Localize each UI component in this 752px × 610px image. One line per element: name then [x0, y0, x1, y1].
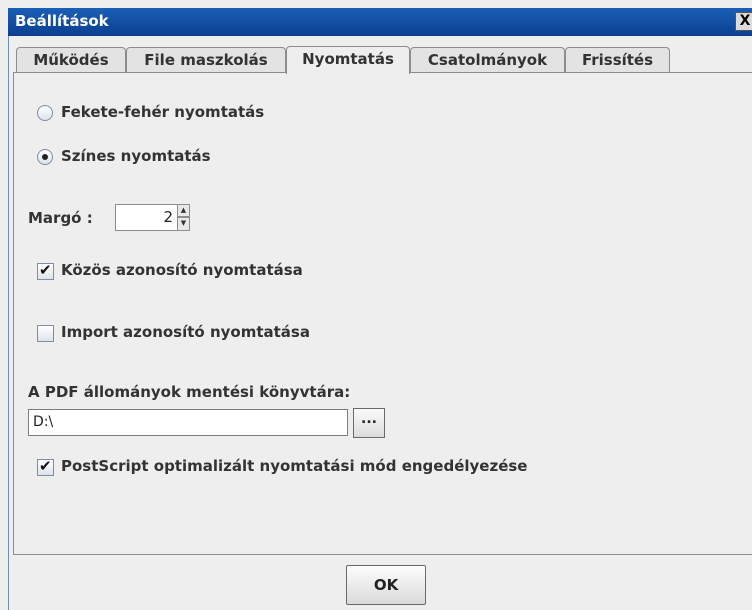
tab-label: Nyomtatás: [302, 50, 394, 68]
tab-csatolmanyok[interactable]: Csatolmányok: [410, 47, 565, 73]
checkmark-icon: ✔: [39, 261, 52, 279]
ok-button[interactable]: OK: [346, 565, 426, 605]
checkmark-icon: ✔: [39, 457, 52, 475]
radio-selected-dot: [42, 154, 48, 160]
postscript-checkbox[interactable]: ✔: [37, 457, 54, 476]
close-button[interactable]: X: [735, 12, 752, 31]
window-title: Beállítások: [15, 12, 109, 30]
pdf-dir-label: A PDF állományok mentési könyvtára:: [28, 383, 351, 401]
color-print-radio[interactable]: [37, 149, 53, 165]
print-settings-panel: [13, 72, 752, 555]
margin-value-field[interactable]: 2: [115, 204, 177, 231]
tab-mukodes[interactable]: Működés: [16, 47, 126, 73]
tab-label: Működés: [33, 51, 109, 69]
import-id-checkbox[interactable]: [37, 325, 54, 342]
arrow-down-icon[interactable]: ▼: [177, 217, 190, 231]
common-id-checkbox[interactable]: ✔: [37, 261, 54, 280]
browse-button[interactable]: ...: [353, 408, 385, 438]
tab-label: File maszkolás: [144, 51, 268, 69]
margin-label: Margó :: [28, 209, 93, 227]
import-id-label: Import azonosító nyomtatása: [61, 323, 310, 341]
postscript-label: PostScript optimalizált nyomtatási mód e…: [61, 457, 528, 475]
color-print-label: Színes nyomtatás: [61, 147, 211, 165]
pdf-dir-input[interactable]: D:\: [28, 409, 348, 436]
tab-label: Csatolmányok: [427, 51, 548, 69]
window-titlebar[interactable]: Beállítások X: [8, 8, 752, 36]
tab-file-maszkolas[interactable]: File maszkolás: [126, 47, 286, 73]
arrow-up-icon[interactable]: ▲: [177, 204, 190, 217]
margin-spinner[interactable]: 2 ▲ ▼: [115, 204, 190, 231]
tab-label: Frissítés: [581, 51, 654, 69]
common-id-label: Közös azonosító nyomtatása: [61, 261, 303, 279]
tab-frissites[interactable]: Frissítés: [565, 47, 670, 73]
bw-print-label: Fekete-fehér nyomtatás: [61, 103, 265, 121]
tab-nyomtatas[interactable]: Nyomtatás: [286, 46, 410, 74]
bw-print-radio[interactable]: [37, 105, 53, 121]
